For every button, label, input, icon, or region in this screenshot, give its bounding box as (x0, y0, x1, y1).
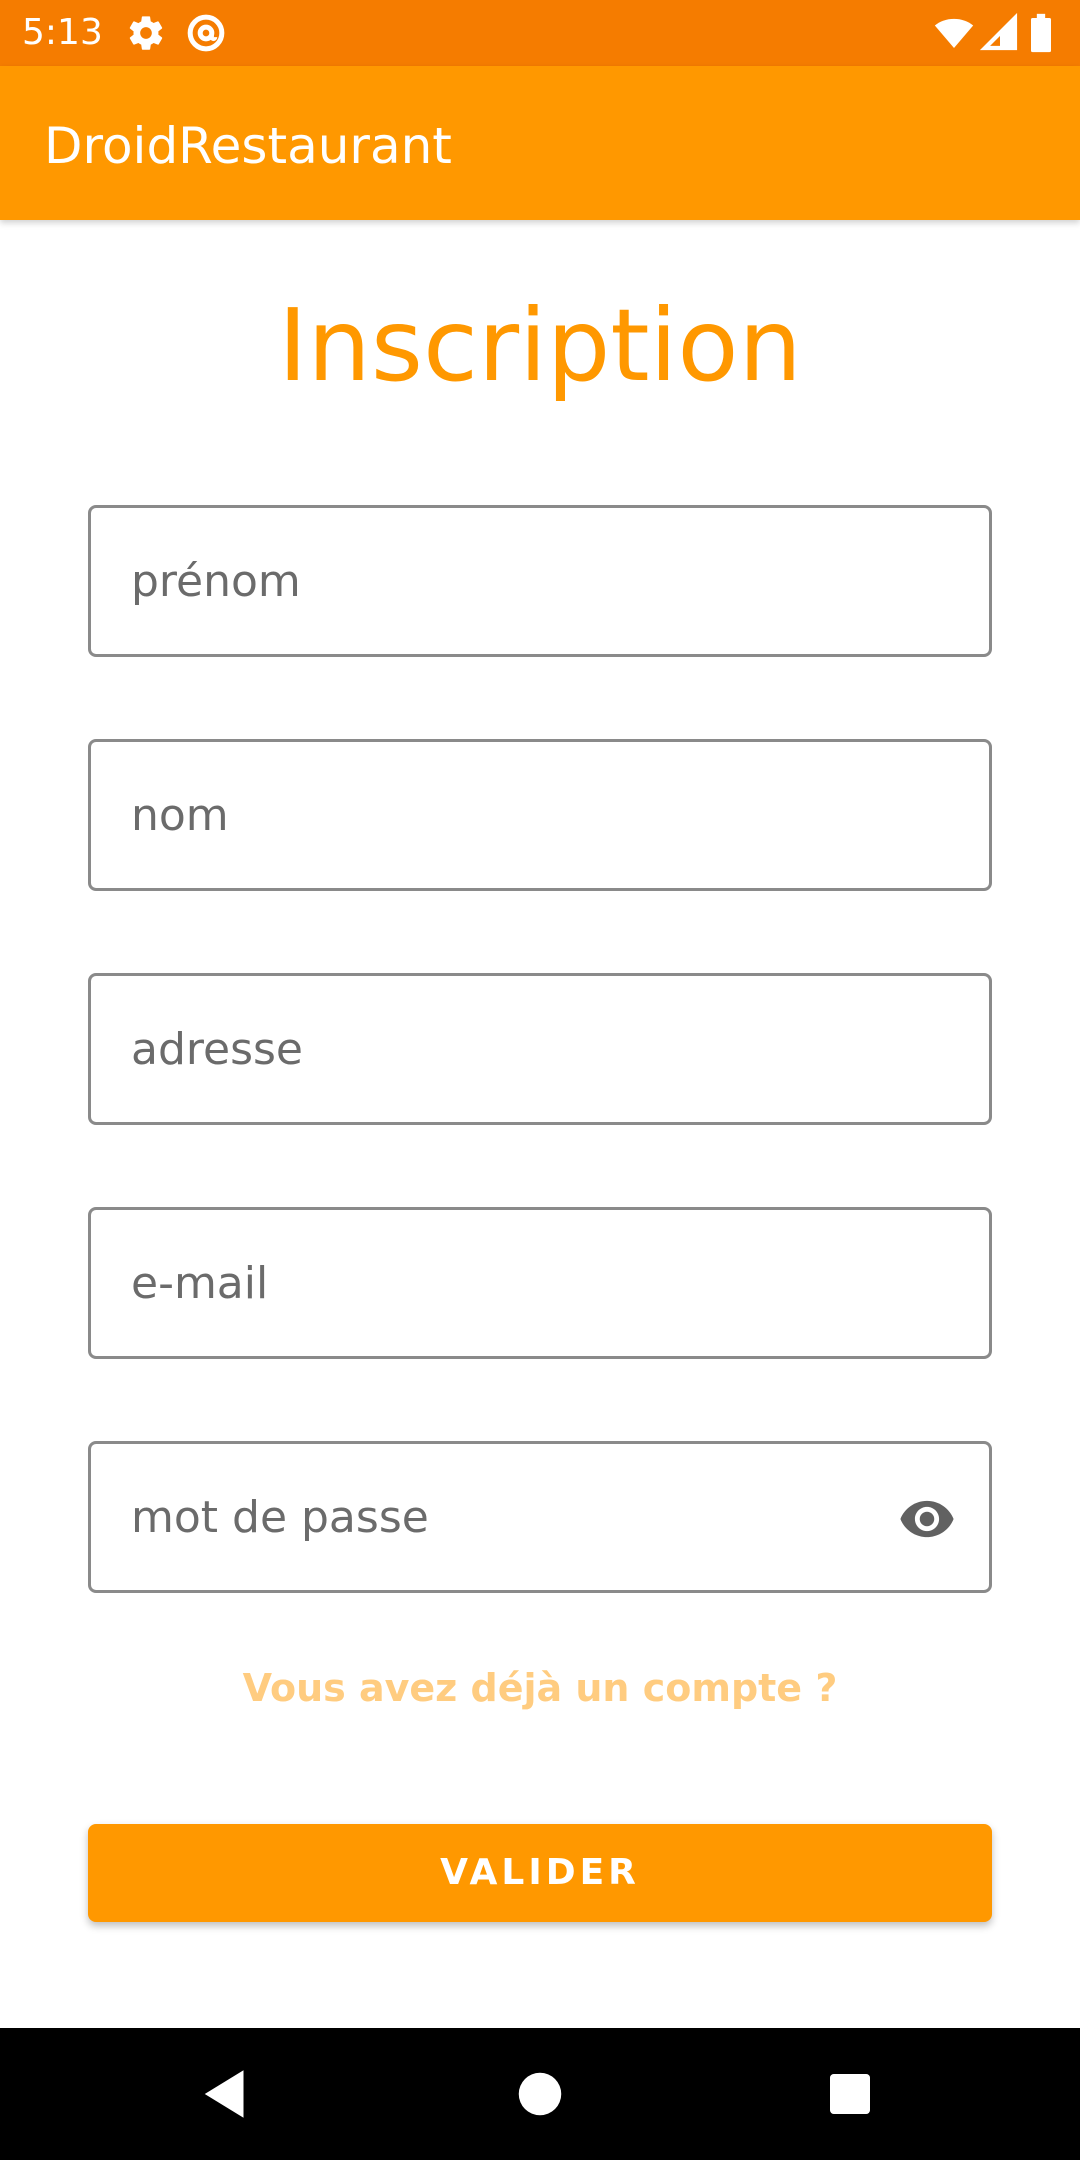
login-link[interactable]: Vous avez déjà un compte ? (0, 1660, 1080, 1716)
wifi-icon (934, 13, 974, 53)
recents-icon[interactable] (820, 2064, 880, 2124)
app-bar: DroidRestaurant (0, 66, 1080, 220)
password-input[interactable] (91, 1444, 989, 1590)
page-title: Inscription (278, 287, 802, 404)
home-icon[interactable] (510, 2064, 570, 2124)
app-title: DroidRestaurant (44, 117, 452, 175)
password-field[interactable] (88, 1441, 992, 1593)
last-name-input[interactable] (91, 742, 989, 888)
status-bar: 5:13 (0, 0, 1080, 66)
first-name-input[interactable] (91, 508, 989, 654)
email-field[interactable] (88, 1207, 992, 1359)
first-name-field[interactable] (88, 505, 992, 657)
cell-signal-icon (980, 13, 1020, 53)
navigation-bar (0, 2028, 1080, 2160)
last-name-field[interactable] (88, 739, 992, 891)
submit-button[interactable]: VALIDER (88, 1824, 992, 1922)
address-input[interactable] (91, 976, 989, 1122)
email-input[interactable] (91, 1210, 989, 1356)
back-icon[interactable] (196, 2064, 256, 2124)
eye-icon[interactable] (895, 1490, 959, 1548)
address-field[interactable] (88, 973, 992, 1125)
gear-icon (126, 13, 166, 53)
at-sign-icon (186, 13, 226, 53)
battery-icon (1026, 13, 1056, 53)
status-time: 5:13 (22, 12, 103, 53)
